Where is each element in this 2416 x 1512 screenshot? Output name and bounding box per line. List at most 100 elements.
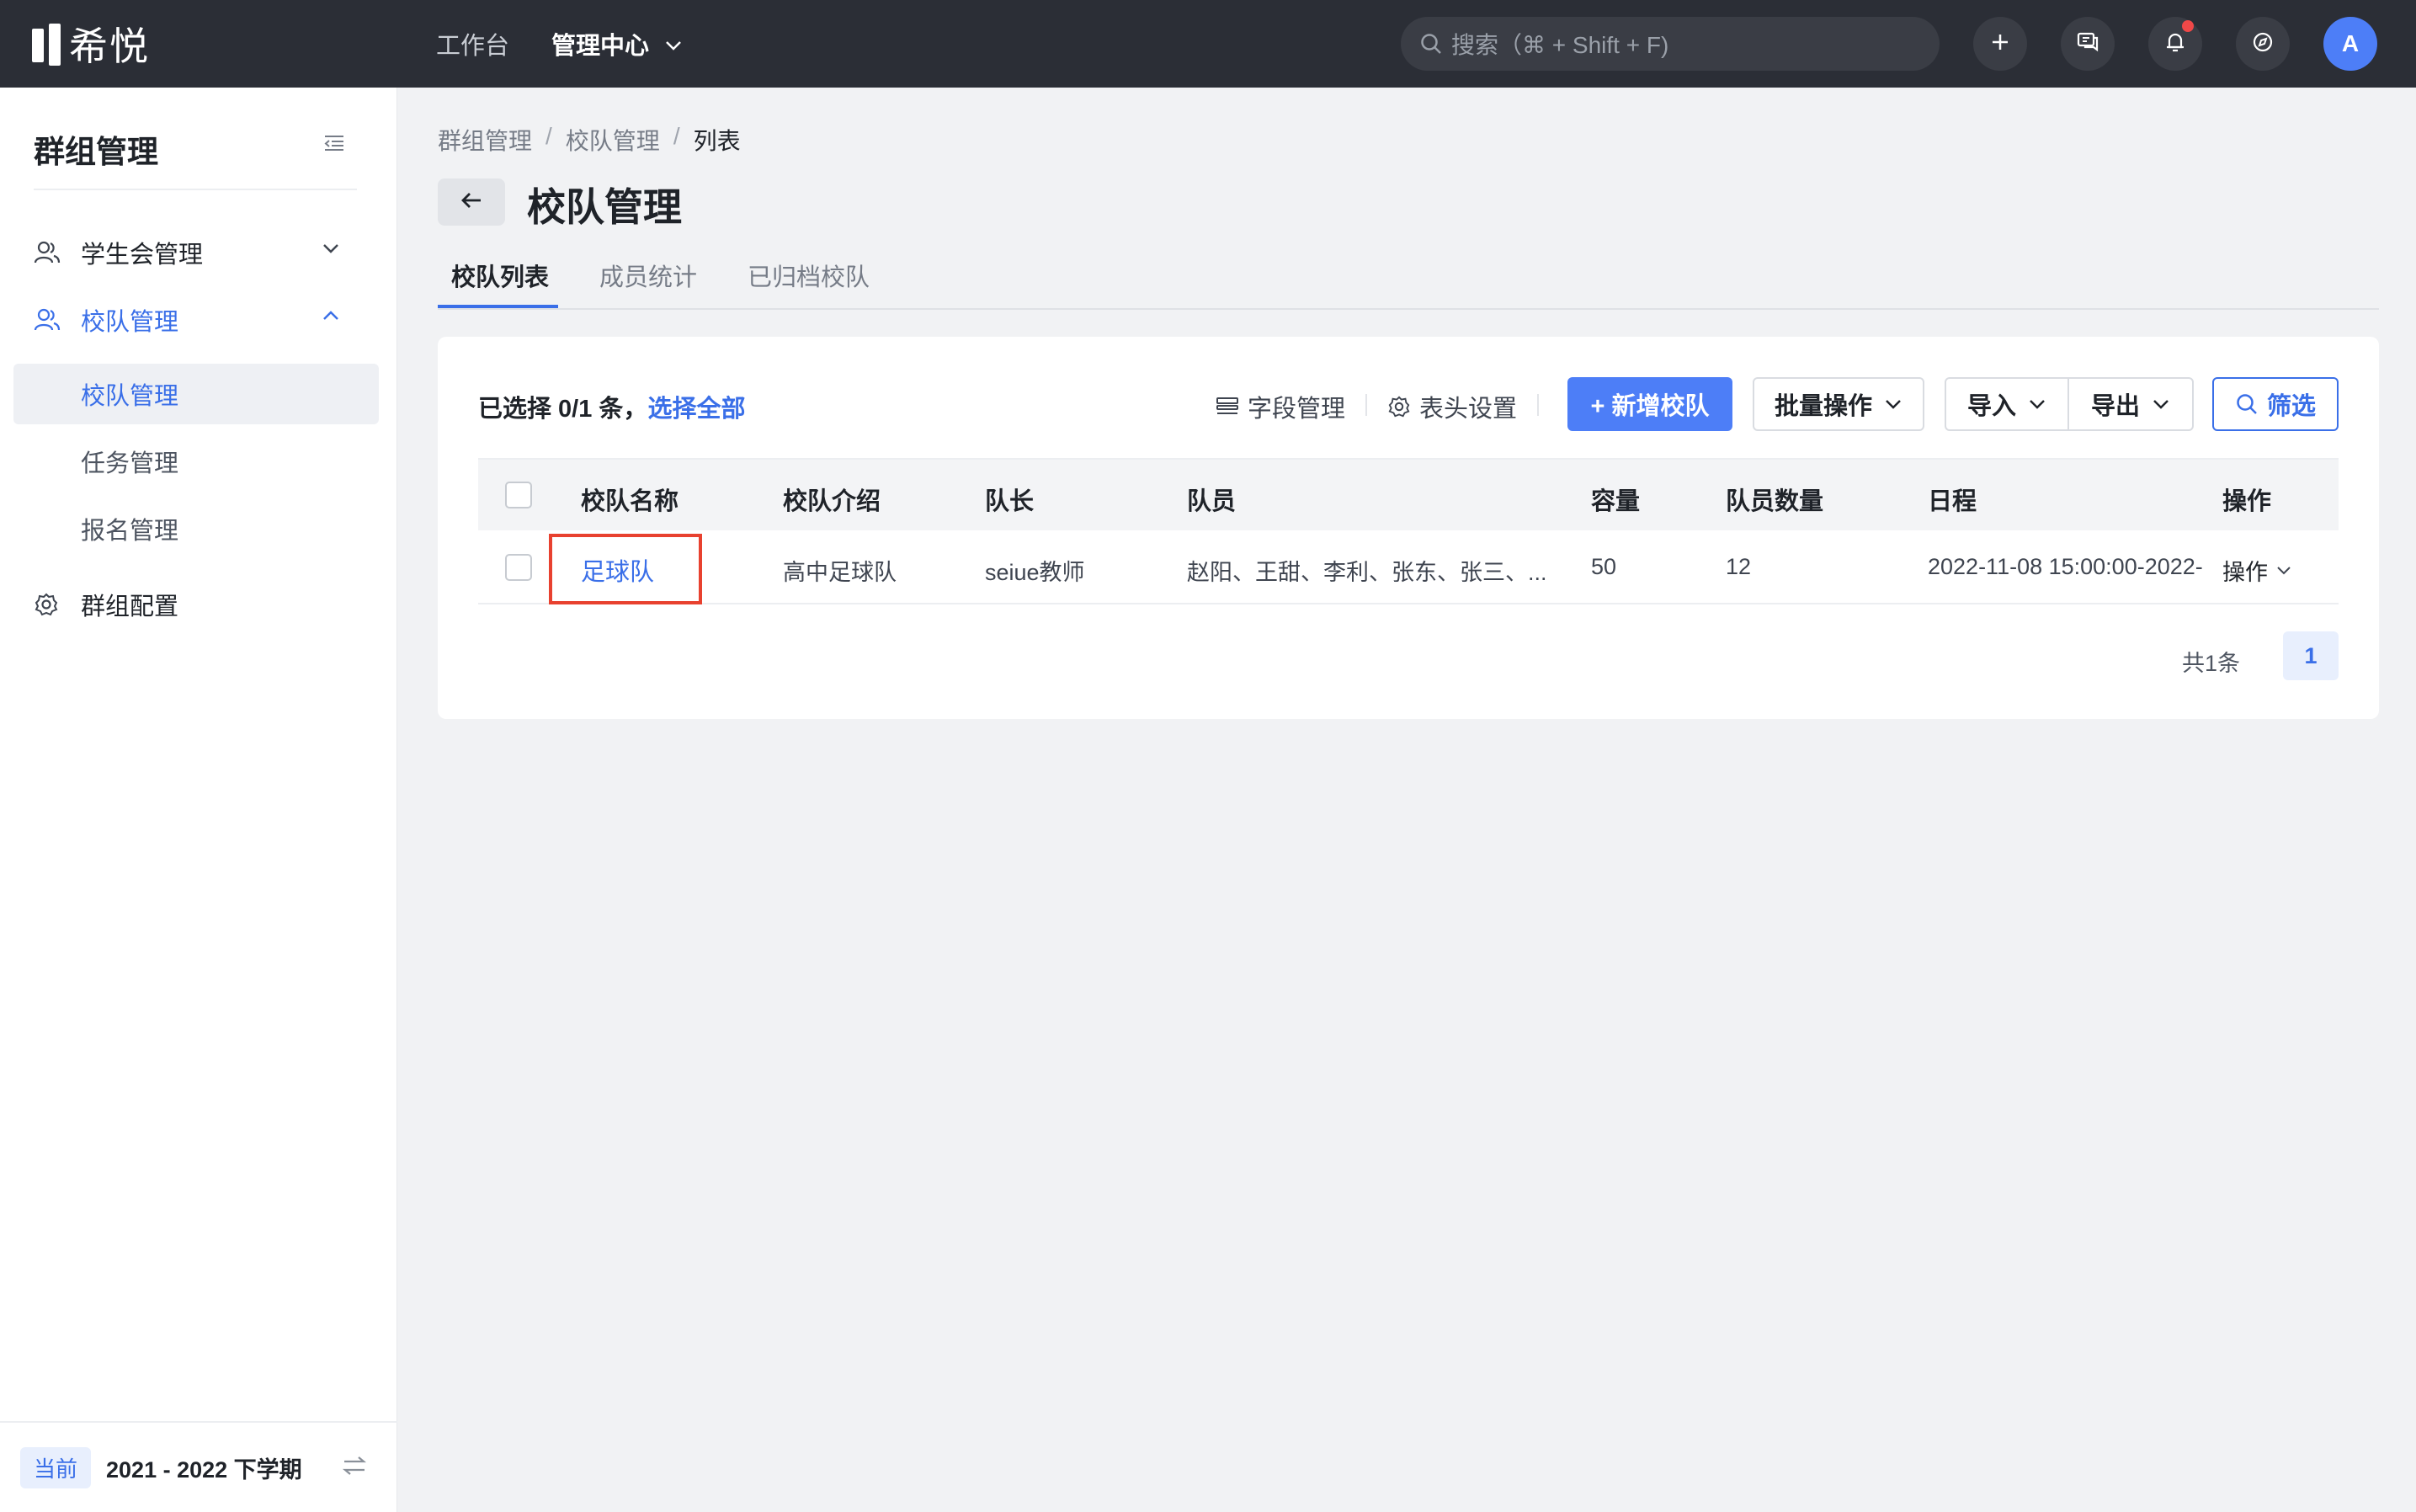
sidebar-divider: [34, 189, 357, 190]
sidebar-subitem-task-manage[interactable]: 任务管理: [13, 431, 379, 492]
select-all-checkbox[interactable]: [505, 482, 532, 508]
swap-icon[interactable]: [342, 1455, 367, 1481]
notifications-button[interactable]: [2148, 17, 2202, 71]
chevron-down-icon: [1884, 398, 1902, 410]
header-settings-label: 表头设置: [1419, 396, 1518, 423]
sidebar-item-student-union[interactable]: 学生会管理: [34, 229, 362, 276]
top-nav: 工作台 管理中心: [436, 25, 725, 62]
team-intro-cell: 高中足球队: [783, 560, 897, 585]
current-term-badge: 当前: [20, 1446, 92, 1488]
schedule-cell: 2022-11-08 15:00:00-2022-1: [1928, 554, 2204, 579]
column-header-capacity[interactable]: 容量: [1591, 482, 1640, 517]
global-search-input[interactable]: 搜索（⌘ + Shift + F): [1401, 17, 1940, 71]
nav-admin-center-label: 管理中心: [551, 33, 650, 60]
column-header-name[interactable]: 校队名称: [581, 482, 679, 517]
select-all-link[interactable]: 选择全部: [647, 396, 745, 423]
sidebar-item-label: 群组配置: [81, 594, 179, 620]
chevron-down-icon: [322, 242, 340, 254]
pagination-total: 共1条: [2182, 651, 2241, 676]
sidebar-item-label: 校队管理: [81, 309, 179, 336]
column-header-intro[interactable]: 校队介绍: [783, 482, 881, 517]
sidebar-item-label: 学生会管理: [81, 242, 204, 269]
current-term-label: 2021 - 2022 下学期: [106, 1456, 302, 1483]
chat-icon: [2076, 30, 2099, 58]
nav-workbench[interactable]: 工作台: [436, 26, 509, 61]
column-header-actions: 操作: [2222, 488, 2272, 515]
selection-summary: 已选择 0/1 条，选择全部: [478, 389, 745, 424]
logo-text: 希悦: [69, 24, 150, 68]
sidebar: 群组管理 学生会管理 校队管理 校队管理 任务管理 报名管理 群组配置 当前 2…: [0, 88, 397, 1512]
pagination-page-1[interactable]: 1: [2283, 631, 2339, 680]
bell-icon: [2163, 30, 2187, 58]
column-header-members[interactable]: 队员: [1187, 482, 1236, 517]
tab-member-stats[interactable]: 成员统计: [599, 258, 697, 293]
explore-button[interactable]: [2236, 17, 2290, 71]
breadcrumb-item[interactable]: 群组管理: [438, 123, 532, 157]
captain-cell: seiue教师: [985, 560, 1085, 585]
breadcrumb-item[interactable]: 校队管理: [566, 123, 660, 157]
table-row: 足球队 高中足球队 seiue教师 赵阳、王甜、李利、张东、张三、... 50 …: [478, 530, 2339, 604]
sidebar-title: 群组管理: [34, 135, 158, 169]
users-icon: [34, 240, 62, 265]
chevron-down-icon: [2028, 398, 2046, 410]
filter-button[interactable]: 筛选: [2212, 377, 2339, 431]
import-button[interactable]: 导入: [1945, 377, 2069, 431]
compass-icon: [2251, 30, 2275, 58]
users-icon: [34, 307, 62, 333]
row-checkbox[interactable]: [505, 554, 532, 581]
chevron-down-icon: [2152, 398, 2170, 410]
header-settings-button[interactable]: 表头设置: [1387, 389, 1517, 424]
member-count-cell: 12: [1726, 554, 1752, 579]
sidebar-subitem-school-team[interactable]: 校队管理: [13, 364, 379, 424]
app-logo[interactable]: 希悦: [32, 20, 150, 68]
export-label: 导出: [2090, 393, 2140, 420]
breadcrumb: 群组管理 / 校队管理 / 列表: [438, 123, 741, 157]
capacity-cell: 50: [1591, 554, 1617, 579]
batch-ops-label: 批量操作: [1774, 393, 1872, 420]
team-name-link[interactable]: 足球队: [581, 552, 654, 588]
column-header-schedule[interactable]: 日程: [1928, 482, 1977, 517]
create-button[interactable]: [1973, 17, 2027, 71]
logo-mark-icon: [32, 22, 62, 66]
page-title: 校队管理: [527, 185, 682, 229]
back-button[interactable]: [438, 178, 505, 226]
batch-ops-button[interactable]: 批量操作: [1753, 377, 1924, 431]
nav-admin-center[interactable]: 管理中心: [551, 26, 683, 61]
top-bar: 希悦 工作台 管理中心 搜索（⌘ + Shift + F) A: [0, 0, 2416, 88]
add-team-button[interactable]: + 新增校队: [1567, 377, 1732, 431]
gear-icon: [34, 592, 62, 617]
messages-button[interactable]: [2061, 17, 2115, 71]
search-placeholder: 搜索（⌘ + Shift + F): [1451, 32, 1669, 58]
breadcrumb-separator: /: [545, 123, 552, 149]
chevron-up-icon: [322, 310, 340, 322]
export-button[interactable]: 导出: [2067, 377, 2194, 431]
search-icon: [2235, 392, 2259, 416]
toolbar-divider: [1537, 394, 1539, 416]
breadcrumb-separator: /: [673, 123, 680, 149]
column-header-captain[interactable]: 队长: [985, 482, 1034, 517]
members-cell: 赵阳、王甜、李利、张东、张三、...: [1187, 560, 1547, 585]
chevron-down-icon: [2276, 566, 2291, 576]
table-header: 校队名称 校队介绍 队长 队员 容量 队员数量 日程 操作: [478, 458, 2339, 530]
import-label: 导入: [1966, 393, 2016, 420]
tab-archived-teams[interactable]: 已归档校队: [748, 258, 870, 293]
tab-bar: 校队列表 成员统计 已归档校队: [438, 249, 2379, 310]
sidebar-item-group-config[interactable]: 群组配置: [34, 581, 362, 628]
row-actions-label: 操作: [2222, 560, 2268, 585]
notification-dot: [2182, 20, 2194, 32]
team-list-card: 已选择 0/1 条，选择全部 字段管理 表头设置 + 新增校队 批量操作 导入 …: [438, 337, 2379, 719]
gear-icon: [1387, 395, 1411, 418]
plus-icon: [1990, 32, 2010, 56]
collapse-sidebar-icon[interactable]: [323, 133, 345, 157]
sidebar-item-school-team[interactable]: 校队管理: [34, 296, 362, 343]
term-switcher[interactable]: 当前 2021 - 2022 下学期: [0, 1421, 397, 1512]
selection-count: 已选择 0/1 条，: [478, 396, 648, 423]
row-actions-dropdown[interactable]: 操作: [2222, 554, 2291, 587]
field-manage-button[interactable]: 字段管理: [1216, 389, 1345, 424]
chevron-down-icon: [664, 30, 683, 58]
column-header-member-count[interactable]: 队员数量: [1726, 482, 1823, 517]
user-avatar[interactable]: A: [2323, 17, 2377, 71]
sidebar-subitem-signup-manage[interactable]: 报名管理: [13, 498, 379, 559]
tab-team-list[interactable]: 校队列表: [451, 258, 549, 293]
breadcrumb-current: 列表: [693, 128, 741, 154]
